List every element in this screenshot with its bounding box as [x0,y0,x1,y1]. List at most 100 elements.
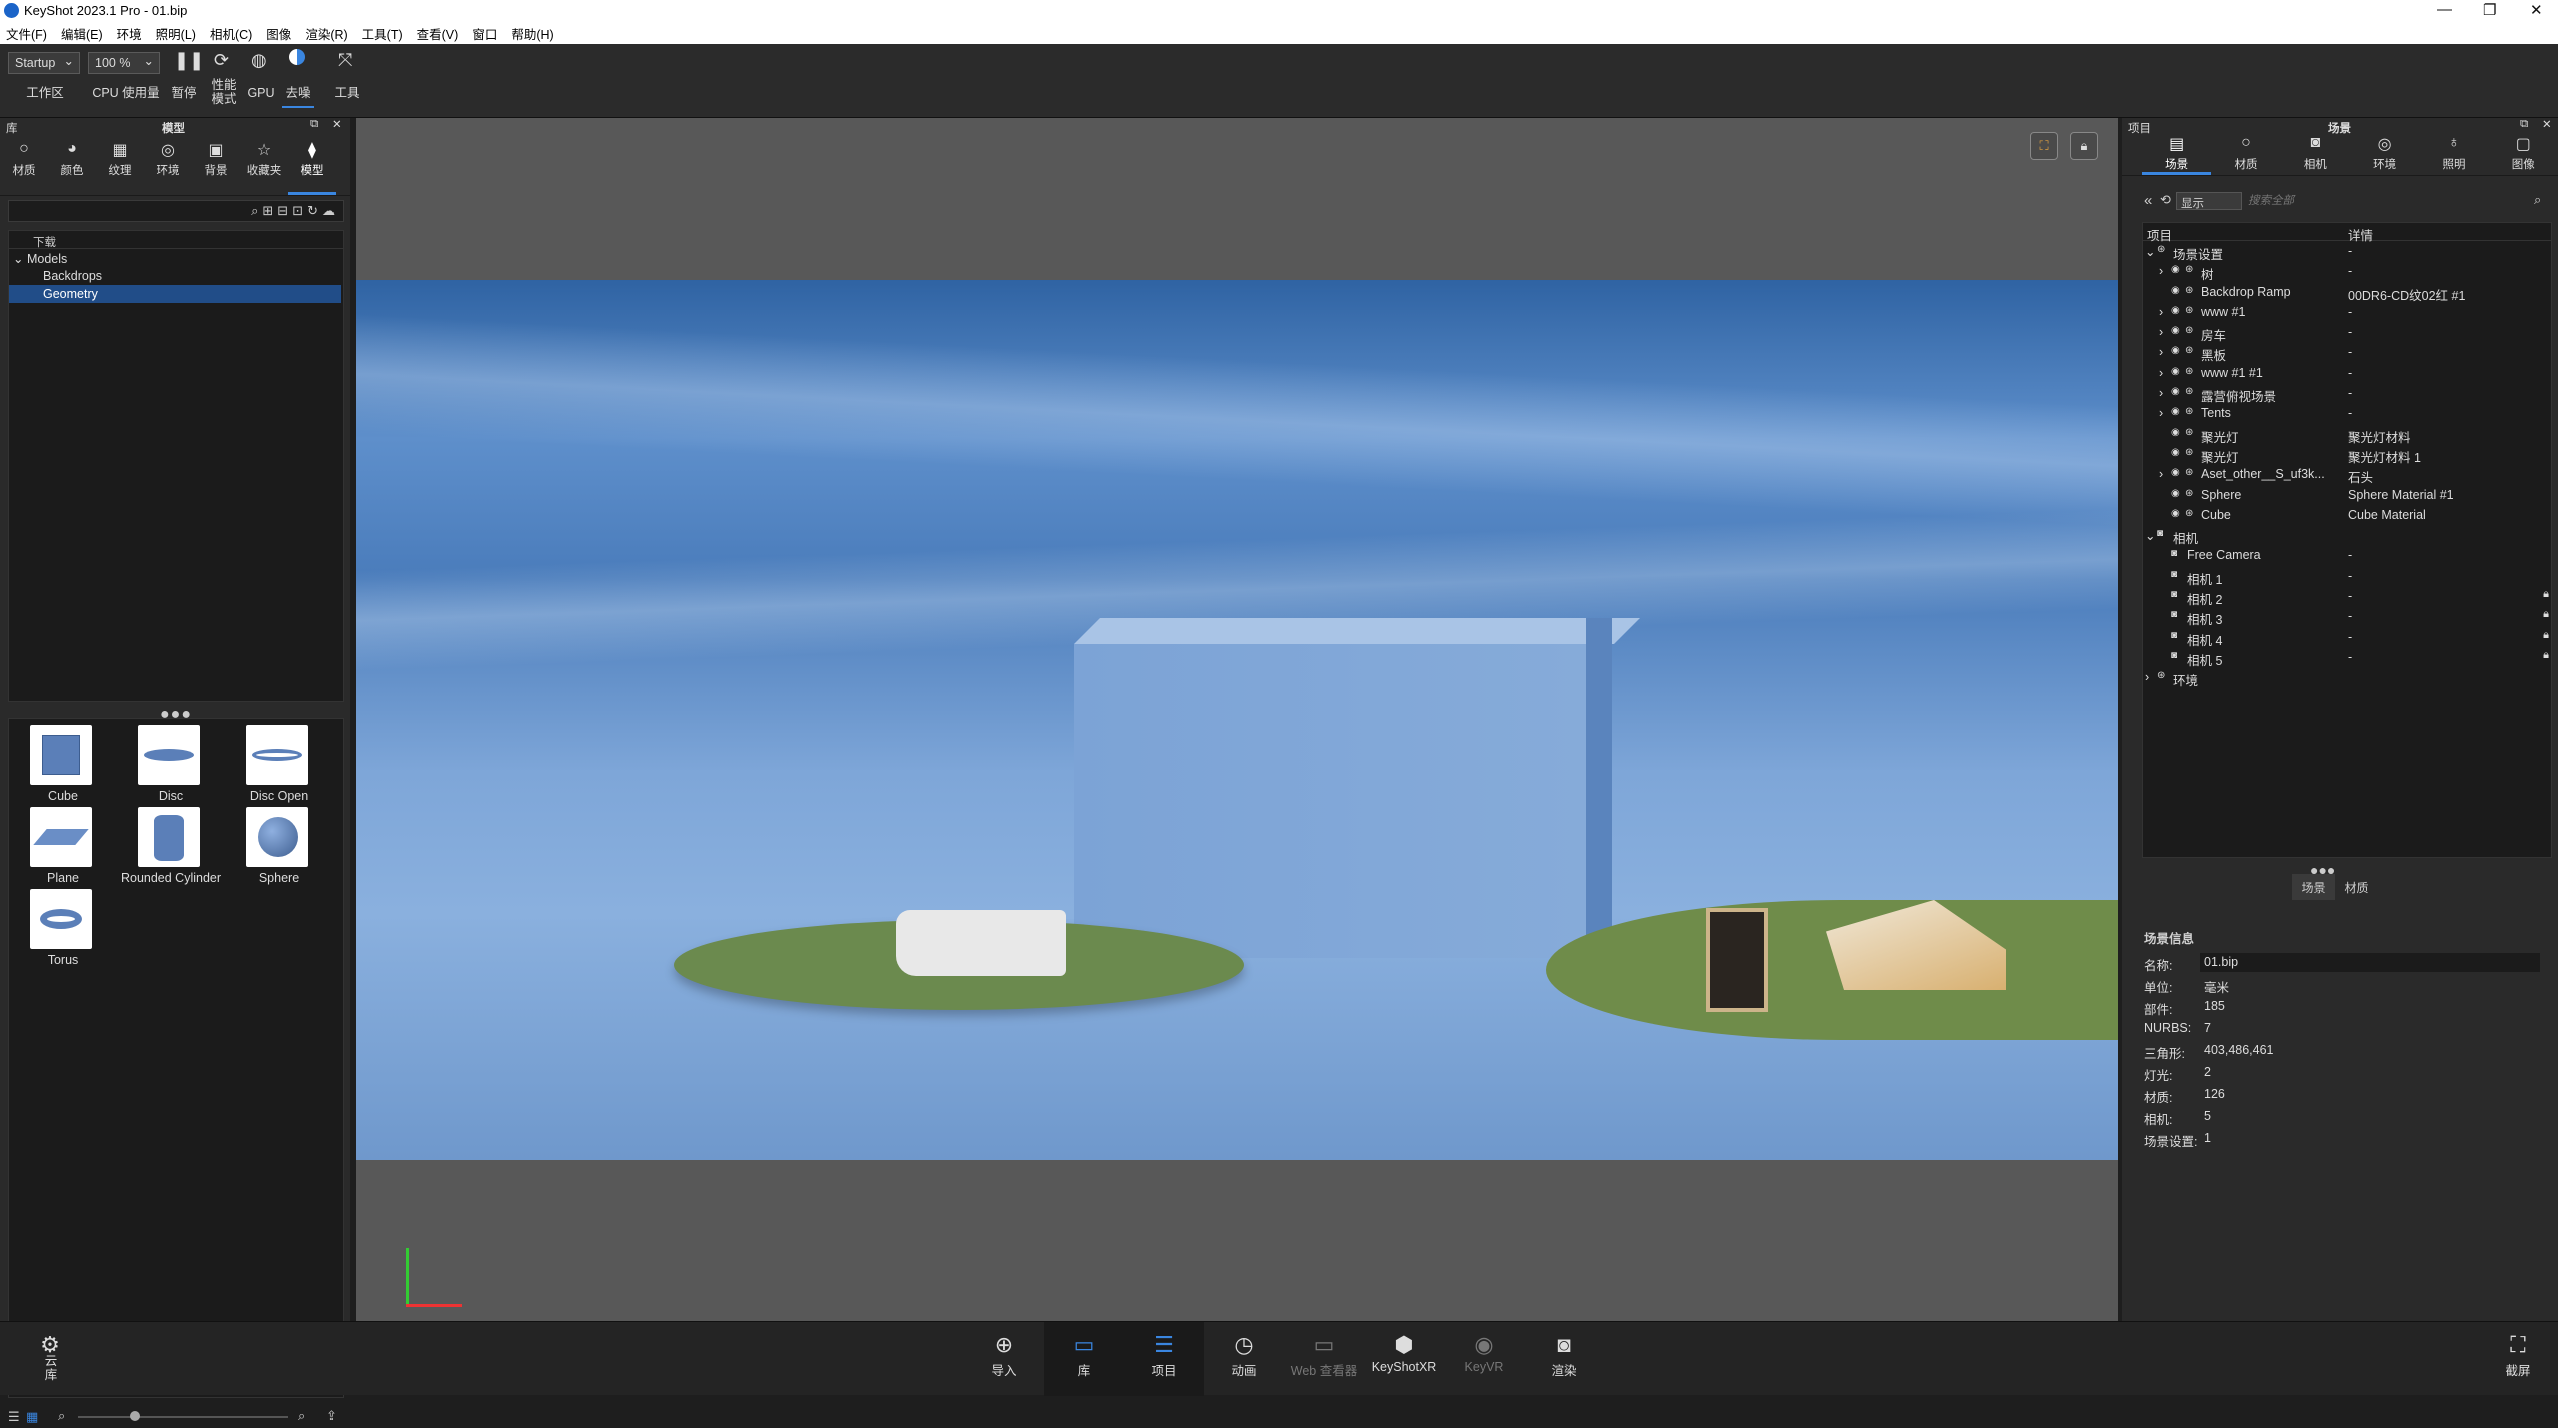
thumbnail-rounded-cylinder[interactable]: Rounded Cylinder [117,805,225,887]
visibility-eye-icon[interactable]: ◉ [2171,386,2180,397]
menu-image[interactable]: 图像 [266,24,291,43]
scene-tree-row[interactable]: ◙ 相机 1 - [2143,566,2551,587]
scene-tree-row[interactable]: ◉ ⊛ Sphere Sphere Material #1 [2143,485,2551,505]
scene-tree-row[interactable]: › ◉ ⊛ www #1 #1 - [2143,363,2551,383]
workspace-select[interactable]: Startup [8,52,80,74]
expand-chevron-icon[interactable]: › [2159,325,2163,339]
zoom-in-icon[interactable]: ⌕ [298,1408,305,1424]
tab-models[interactable]: ⧫ 模型 [288,132,336,195]
menu-view[interactable]: 查看(V) [417,24,459,43]
tab-scene[interactable]: ▤ 场景 [2142,132,2212,175]
expand-chevron-icon[interactable]: › [2159,406,2163,420]
expand-chevron-icon[interactable]: › [2159,264,2163,278]
thumbnail-plane[interactable]: Plane [9,805,117,887]
cloud-library-button[interactable]: ⚙ 云 库 [10,1322,90,1396]
scene-tree-row[interactable]: › ◉ ⊛ 露营俯视场景 - [2143,383,2551,404]
menu-render[interactable]: 渲染(R) [305,24,347,43]
tree-item-geometry[interactable]: Geometry [9,285,341,303]
scene-tree-row[interactable]: › ◉ ⊛ Aset_other__S_uf3k... 石头 [2143,464,2551,485]
library-button[interactable]: ▭ 库 [1044,1322,1124,1396]
scene-tree-row[interactable]: ◙ Free Camera - [2143,545,2551,565]
thumbnail-size-slider[interactable] [78,1416,288,1418]
menu-lighting[interactable]: 照明(L) [156,24,196,43]
visibility-eye-icon[interactable]: ◉ [2171,406,2180,417]
scene-search-input[interactable] [2248,192,2528,210]
scene-tree-row[interactable]: › ⊛ 环境 [2143,667,2551,688]
render-button[interactable]: ◙ 渲染 [1524,1322,1604,1396]
thumbnail-torus[interactable]: Torus [9,887,117,969]
visibility-eye-icon[interactable]: ◉ [2171,305,2180,316]
visibility-eye-icon[interactable]: ◉ [2171,285,2180,296]
scene-tree-row[interactable]: › ◉ ⊛ 房车 - [2143,322,2551,343]
visibility-eye-icon[interactable]: ◉ [2171,447,2180,458]
subtab-scene[interactable]: 场景 [2292,874,2335,900]
lock-icon[interactable]: 🔒︎ [2543,629,2549,642]
expand-chevron-icon[interactable]: › [2159,386,2163,400]
visibility-eye-icon[interactable]: ◉ [2171,508,2180,519]
cpu-usage-select[interactable]: 100 % [88,52,160,74]
scene-tree-row[interactable]: ◙ 相机 3 - 🔒︎ [2143,606,2551,627]
tab-textures[interactable]: ▦ 纹理 [96,132,144,195]
import-button[interactable]: ⊕ 导入 [964,1322,1044,1396]
collapse-icon[interactable]: « [2144,192,2152,209]
thumbnail-disc-open[interactable]: Disc Open [225,723,333,805]
real-time-viewport[interactable]: ⛶ 🔒︎ [356,118,2118,1321]
tab-environments[interactable]: ◎ 环境 [144,132,192,195]
web-viewer-button[interactable]: ▭ Web 查看器 [1284,1322,1364,1396]
visibility-eye-icon[interactable]: ◉ [2171,467,2180,478]
keyshotxr-button[interactable]: ⬢ KeyShotXR [1364,1322,1444,1396]
expand-chevron-icon[interactable]: › [2145,670,2149,684]
minimize-button[interactable]: — [2437,1,2452,18]
expand-chevron-icon[interactable]: › [2159,467,2163,481]
subtab-material[interactable]: 材质 [2335,874,2378,900]
lock-camera-icon[interactable]: ⛶ [2030,132,2058,160]
lock-icon[interactable]: 🔒︎ [2543,608,2549,621]
project-button[interactable]: ☰ 项目 [1124,1322,1204,1396]
thumbnail-cube[interactable]: Cube [9,723,117,805]
menu-help[interactable]: 帮助(H) [511,24,553,43]
keyvr-button[interactable]: ◉ KeyVR [1444,1322,1524,1396]
tab-favorites[interactable]: ☆ 收藏夹 [240,132,288,195]
filter-icon[interactable]: ⟲ [2160,192,2171,208]
scene-tree-row[interactable]: ◙ 相机 4 - 🔒︎ [2143,627,2551,648]
lock-icon[interactable]: 🔒︎ [2070,132,2098,160]
visibility-eye-icon[interactable]: ◉ [2171,427,2180,438]
tools-icon[interactable]: ⤧ [338,50,352,71]
undock-icon[interactable]: ⧉ [310,118,318,131]
visibility-eye-icon[interactable]: ◉ [2171,366,2180,377]
animation-button[interactable]: ◷ 动画 [1204,1322,1284,1396]
close-panel-icon[interactable]: ✕ [2542,117,2552,131]
lock-icon[interactable]: 🔒︎ [2543,649,2549,662]
info-value[interactable]: 01.bip [2200,953,2540,972]
scene-tree-row[interactable]: ◉ ⊛ 聚光灯 聚光灯材料 [2143,424,2551,445]
screenshot-button[interactable]: ⛶ 截屏 [2478,1322,2558,1396]
tab-environment[interactable]: ◎ 环境 [2350,132,2419,175]
tree-item-backdrops[interactable]: Backdrops [9,267,343,285]
scene-tree-row[interactable]: ⌄ ◙ 相机 [2143,525,2551,546]
lock-icon[interactable]: 🔒︎ [2543,588,2549,601]
visibility-eye-icon[interactable]: ◉ [2171,345,2180,356]
thumbnail-sphere[interactable]: Sphere [225,805,333,887]
scene-tree-row[interactable]: ◉ ⊛ Backdrop Ramp 00DR6-CD纹02红 #1 [2143,282,2551,303]
close-panel-icon[interactable]: ✕ [332,117,342,131]
library-search-input[interactable]: ⌕⊞⊟⊡↻☁ [8,200,344,222]
thumbnail-disc[interactable]: Disc [117,723,225,805]
scene-tree-row[interactable]: ◙ 相机 2 - 🔒︎ [2143,586,2551,607]
display-select[interactable]: 显示 [2176,192,2242,210]
scene-tree-row[interactable]: › ◉ ⊛ 树 - [2143,261,2551,282]
expand-chevron-icon[interactable]: › [2159,305,2163,319]
gpu-icon[interactable]: ◍ [251,50,267,71]
library-search-tools[interactable]: ⌕⊞⊟⊡↻☁ [251,203,339,219]
tab-material[interactable]: ○ 材质 [2211,132,2280,175]
visibility-eye-icon[interactable]: ◉ [2171,488,2180,499]
menu-tools[interactable]: 工具(T) [362,24,403,43]
chevron-down-icon[interactable]: ⌄ [13,252,27,266]
pause-icon[interactable]: ❚❚ [174,50,204,71]
undock-icon[interactable]: ⧉ [2520,118,2528,131]
menu-edit[interactable]: 编辑(E) [61,24,103,43]
scene-tree-row[interactable]: › ◉ ⊛ www #1 - [2143,302,2551,322]
scene-tree-row[interactable]: ◉ ⊛ Cube Cube Material [2143,505,2551,525]
menu-environment[interactable]: 环境 [117,24,142,43]
visibility-eye-icon[interactable]: ◉ [2171,264,2180,275]
slider-handle[interactable] [130,1411,140,1421]
